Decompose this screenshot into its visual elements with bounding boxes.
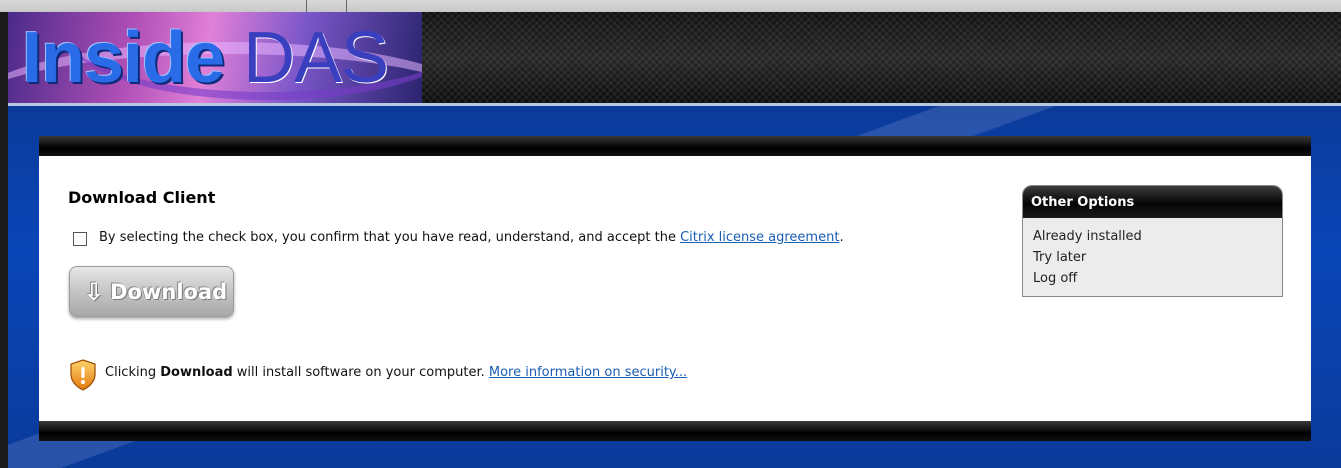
download-button[interactable]: ⇩ Download bbox=[69, 266, 234, 317]
logo-das-text: DAS bbox=[243, 18, 389, 98]
option-already-installed[interactable]: Already installed bbox=[1033, 226, 1272, 247]
shield-warning-icon bbox=[70, 359, 96, 391]
panel-top-bar bbox=[39, 136, 1311, 156]
inside-das-logo: Inside DAS bbox=[8, 12, 422, 104]
security-middle: will install software on your computer. bbox=[232, 365, 489, 380]
license-text: By selecting the check box, you confirm … bbox=[99, 230, 844, 245]
other-options-box: Other Options Already installed Try late… bbox=[1022, 185, 1283, 297]
option-log-off[interactable]: Log off bbox=[1033, 268, 1272, 289]
license-suffix: . bbox=[839, 230, 844, 245]
license-checkbox[interactable] bbox=[73, 232, 87, 246]
other-options-title: Other Options bbox=[1023, 186, 1282, 218]
strip-separator bbox=[306, 0, 307, 12]
strip-separator bbox=[346, 0, 347, 12]
citrix-license-link[interactable]: Citrix license agreement bbox=[680, 230, 839, 245]
license-prefix: By selecting the check box, you confirm … bbox=[99, 230, 681, 245]
security-text: Clicking Download will install software … bbox=[105, 365, 687, 380]
page-title: Download Client bbox=[68, 188, 216, 207]
panel-bottom-bar bbox=[39, 421, 1311, 441]
download-button-label: Download bbox=[110, 279, 228, 304]
option-try-later[interactable]: Try later bbox=[1033, 247, 1272, 268]
security-info-link[interactable]: More information on security... bbox=[489, 365, 687, 380]
arrow-down-icon: ⇩ bbox=[84, 277, 105, 306]
security-bold-download: Download bbox=[160, 365, 233, 380]
logo-inside-text: Inside bbox=[22, 18, 225, 98]
window-left-frame bbox=[0, 12, 8, 468]
content-panel: Download Client By selecting the check b… bbox=[39, 156, 1311, 421]
security-prefix: Clicking bbox=[105, 365, 161, 380]
header-banner: Inside DAS bbox=[8, 12, 1341, 104]
